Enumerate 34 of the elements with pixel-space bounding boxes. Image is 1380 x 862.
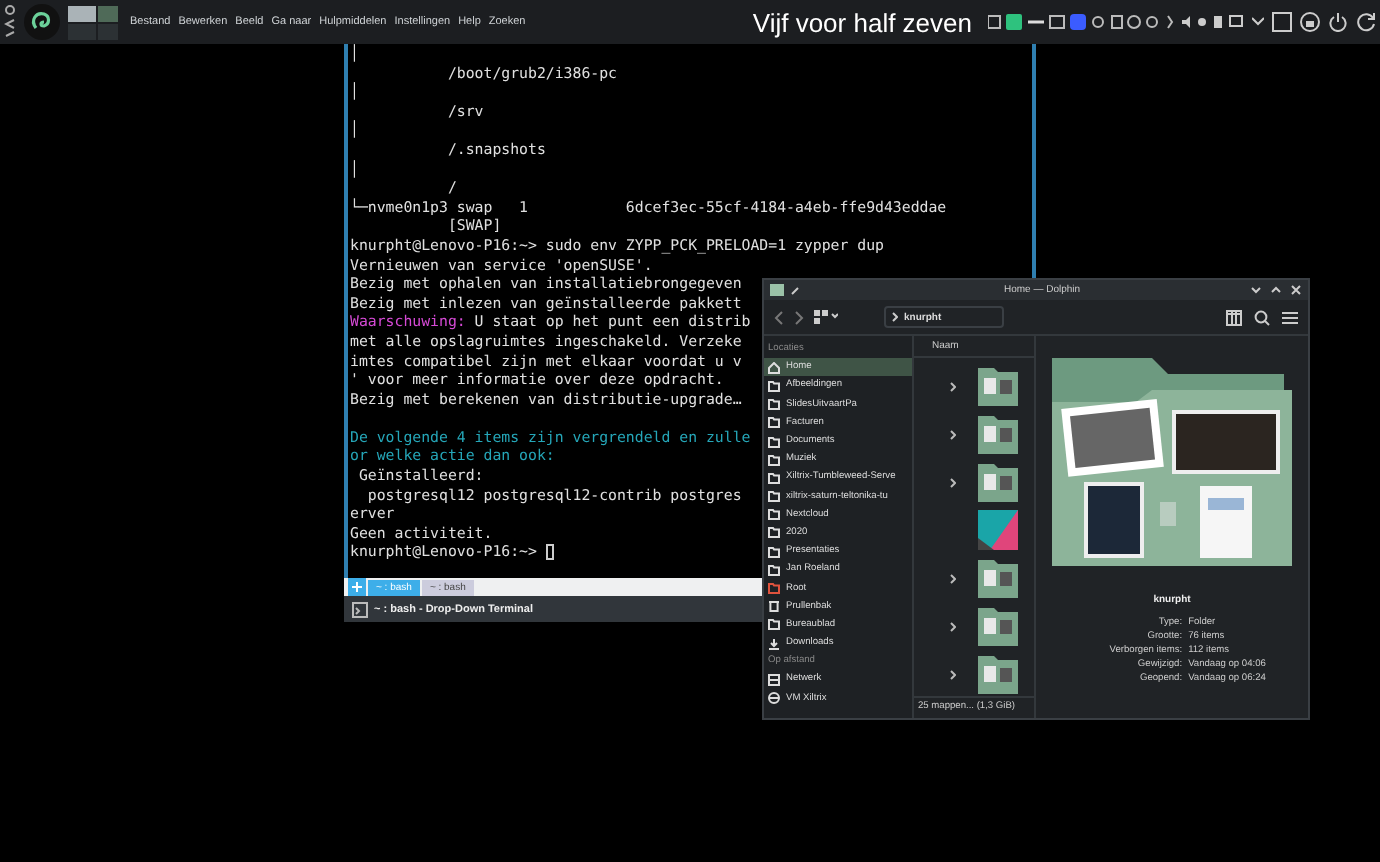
search-icon[interactable] (1254, 309, 1270, 325)
tray-icons-drawing[interactable] (988, 14, 1244, 30)
forward-icon[interactable] (794, 309, 804, 325)
view-mode-icon[interactable] (814, 310, 838, 324)
folder-icon (768, 618, 780, 631)
refresh-icon[interactable] (1356, 12, 1376, 32)
folder-thumbnail[interactable] (978, 462, 1018, 502)
terminal-icon (352, 601, 368, 617)
folder-icon (770, 284, 784, 296)
network-icon (768, 673, 780, 686)
globe-icon (768, 692, 780, 705)
menu-icon[interactable] (1282, 309, 1298, 325)
chameleon-logo-icon[interactable] (24, 4, 60, 40)
folder-thumbnail[interactable] (978, 366, 1018, 406)
square-icon[interactable] (1272, 12, 1292, 32)
image-thumbnail[interactable] (978, 510, 1018, 550)
download-icon (768, 637, 780, 650)
maximize-icon[interactable] (1270, 284, 1282, 296)
close-icon[interactable] (1290, 284, 1302, 296)
folder-thumbnail[interactable] (978, 414, 1018, 454)
back-icon[interactable] (774, 309, 784, 325)
trash-icon (768, 600, 780, 613)
minimize-icon[interactable] (1250, 284, 1262, 296)
house-icon (768, 361, 780, 374)
folder-thumbnail[interactable] (978, 654, 1018, 694)
columns-icon[interactable] (1226, 309, 1242, 325)
folder-thumbnail[interactable] (978, 558, 1018, 598)
chevron-icon[interactable] (1252, 16, 1264, 28)
chevron-icon (892, 312, 898, 322)
clock[interactable]: Vijf voor half zeven (752, 7, 972, 37)
desktop-pager[interactable] (68, 5, 118, 39)
app-icon[interactable] (4, 4, 16, 40)
power-icon[interactable] (1328, 12, 1348, 32)
folder-thumbnail[interactable] (978, 606, 1018, 646)
